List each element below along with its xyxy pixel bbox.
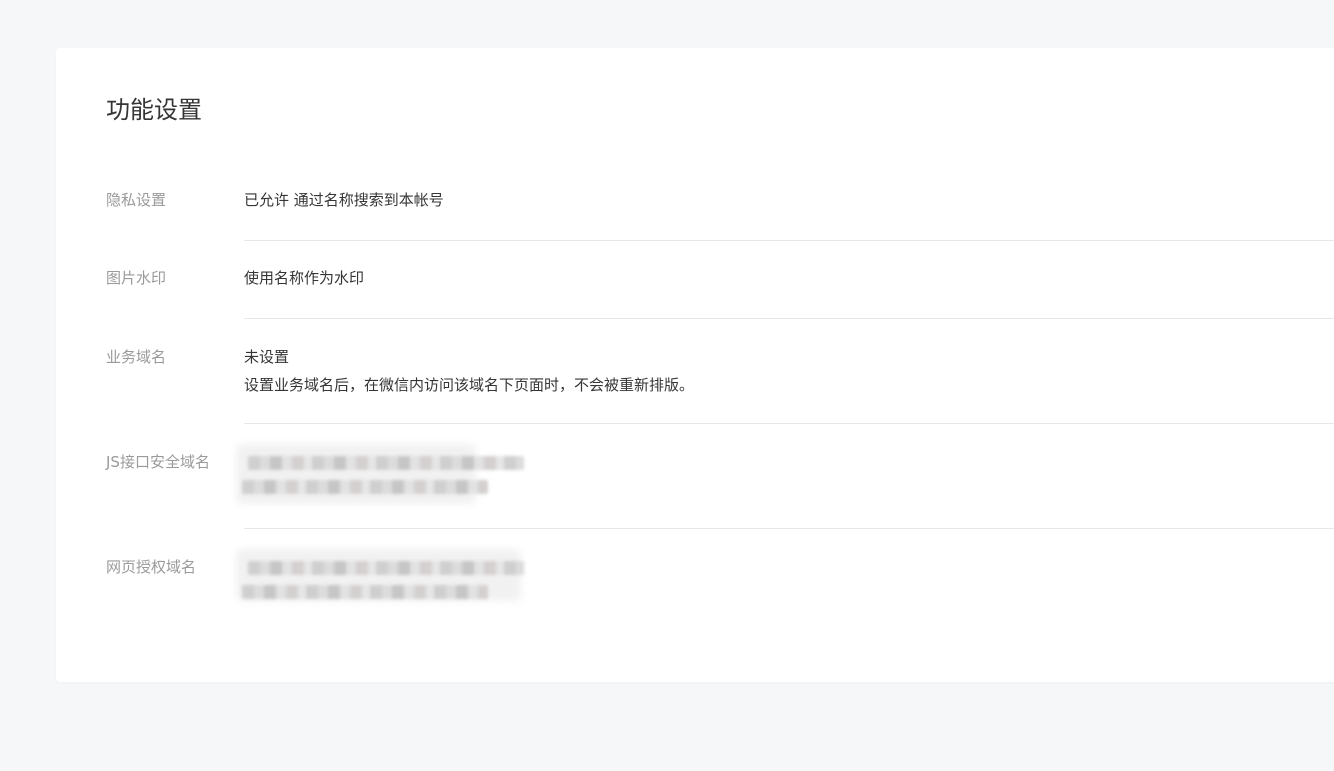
setting-description: 设置业务域名后，在微信内访问该域名下页面时，不会被重新排版。 xyxy=(244,376,695,394)
setting-label: 网页授权域名 xyxy=(106,558,197,576)
setting-label: 业务域名 xyxy=(106,348,167,366)
settings-card: 功能设置 隐私设置 已允许 通过名称搜索到本帐号 图片水印 使用名称作为水印 业… xyxy=(56,48,1334,682)
setting-label: 隐私设置 xyxy=(106,191,167,209)
redacted-value xyxy=(236,549,536,609)
setting-value-group: 未设置 设置业务域名后，在微信内访问该域名下页面时，不会被重新排版。 xyxy=(244,343,1334,399)
page-title: 功能设置 xyxy=(106,96,202,124)
setting-row-business-domain: 业务域名 未设置 设置业务域名后，在微信内访问该域名下页面时，不会被重新排版。 xyxy=(106,345,1334,425)
divider xyxy=(244,318,1334,319)
setting-value: 已允许 通过名称搜索到本帐号 xyxy=(244,191,444,209)
setting-label: 图片水印 xyxy=(106,269,167,287)
setting-row-js-domain: JS接口安全域名 xyxy=(106,444,1334,530)
setting-row-oauth-domain: 网页授权域名 xyxy=(106,549,1334,635)
setting-value: 使用名称作为水印 xyxy=(244,269,365,287)
divider xyxy=(244,423,1334,424)
setting-row-watermark: 图片水印 使用名称作为水印 xyxy=(106,266,1334,318)
divider xyxy=(244,240,1334,241)
redacted-value xyxy=(236,444,536,504)
setting-row-privacy: 隐私设置 已允许 通过名称搜索到本帐号 xyxy=(106,188,1334,240)
setting-label: JS接口安全域名 xyxy=(106,453,210,471)
redacted-domain-list xyxy=(236,549,1334,609)
divider xyxy=(244,528,1334,529)
setting-value: 未设置 xyxy=(244,348,290,366)
redacted-domain-list xyxy=(236,444,1334,504)
